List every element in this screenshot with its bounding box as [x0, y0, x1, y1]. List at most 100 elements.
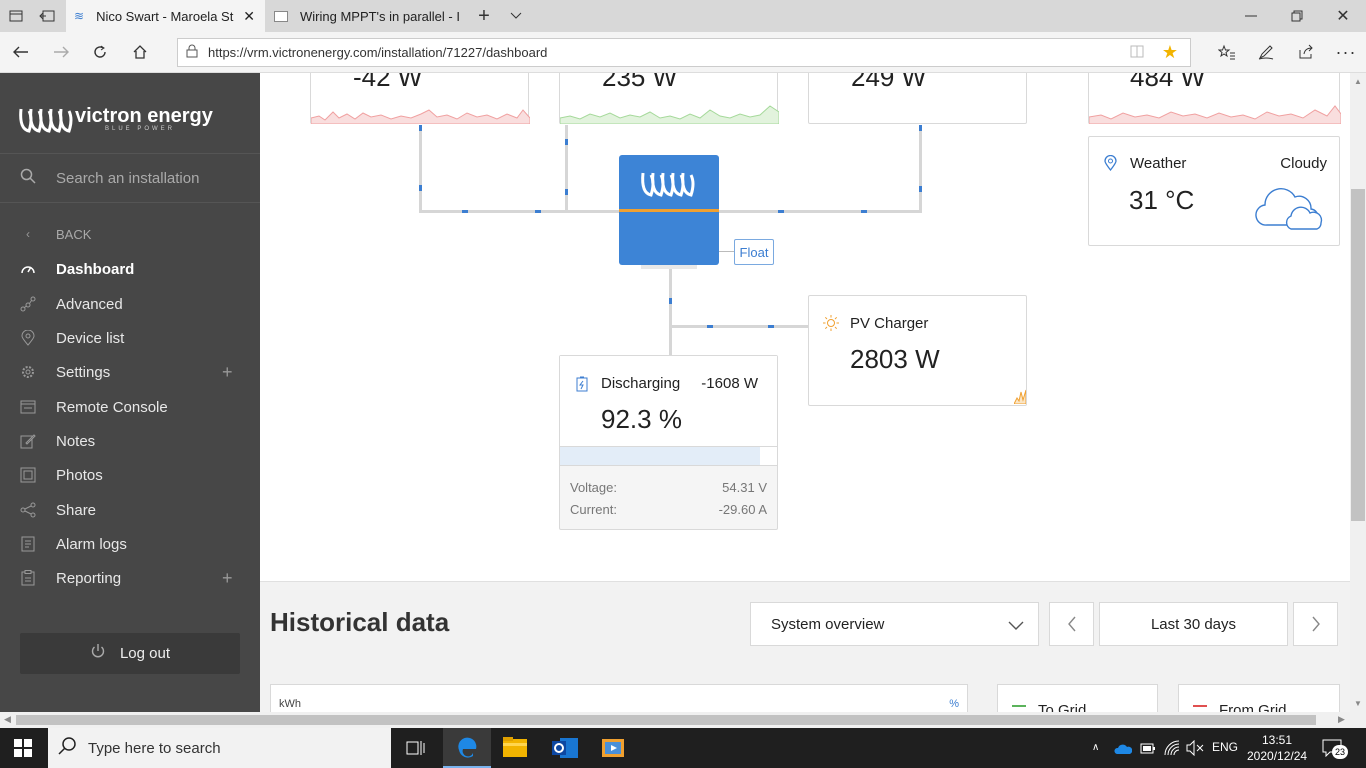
- onedrive-icon[interactable]: [1114, 742, 1133, 760]
- ac-input-card[interactable]: -42 W: [310, 73, 530, 124]
- taskbar-search-box[interactable]: Type here to search: [48, 728, 391, 768]
- home-icon[interactable]: [129, 42, 151, 62]
- installation-search[interactable]: Search an installation: [0, 153, 260, 203]
- share-icon: [20, 502, 36, 518]
- scroll-left-icon[interactable]: ◀: [4, 714, 11, 725]
- sidebar-item-notes[interactable]: Notes: [0, 424, 260, 458]
- new-tab-icon[interactable]: +: [474, 5, 494, 27]
- close-tab-icon[interactable]: ✕: [243, 8, 255, 25]
- weather-card[interactable]: Weather Cloudy 31 °C: [1088, 136, 1340, 246]
- sidebar-item-dashboard[interactable]: Dashboard: [0, 252, 260, 286]
- sidebar-item-remote-console[interactable]: Remote Console: [0, 390, 260, 424]
- scroll-right-icon[interactable]: ▶: [1338, 714, 1345, 725]
- battery-soc: 92.3 %: [601, 404, 682, 434]
- reading-view-icon[interactable]: [1130, 44, 1144, 61]
- chevron-left-icon: [1067, 616, 1076, 632]
- location-pin-icon: [1104, 154, 1117, 176]
- battery-tray-icon[interactable]: [1140, 741, 1156, 760]
- logout-button[interactable]: Log out: [20, 633, 240, 674]
- back-arrow-icon[interactable]: [10, 42, 32, 62]
- outlook-icon[interactable]: [552, 736, 578, 765]
- sidebar-item-device-list[interactable]: Device list: [0, 321, 260, 355]
- horizontal-scrollbar[interactable]: ◀ ▶: [0, 712, 1366, 728]
- refresh-icon[interactable]: [89, 42, 111, 62]
- monitor-icon: [20, 399, 36, 415]
- tab-list-chevron-icon[interactable]: [506, 6, 526, 26]
- scroll-up-icon[interactable]: ▲: [1354, 77, 1362, 86]
- scroll-down-icon[interactable]: ▼: [1354, 699, 1362, 708]
- wifi-icon[interactable]: [1164, 740, 1180, 761]
- flow-dot: [768, 325, 774, 328]
- period-range[interactable]: Last 30 days: [1099, 602, 1288, 646]
- flow-dot: [669, 298, 672, 304]
- ac-input-value: -42 W: [353, 73, 423, 92]
- pv-sparkline: [1014, 389, 1026, 404]
- url-field[interactable]: https://vrm.victronenergy.com/installati…: [177, 38, 1191, 67]
- file-explorer-icon[interactable]: [503, 737, 527, 762]
- graph-icon: [20, 296, 36, 312]
- task-view-icon[interactable]: [406, 738, 426, 763]
- sidebar-item-photos[interactable]: Photos: [0, 458, 260, 492]
- photo-icon: [20, 467, 36, 483]
- search-placeholder: Search an installation: [56, 169, 200, 187]
- from-grid-card[interactable]: From Grid: [1178, 684, 1340, 712]
- flow-dot: [919, 125, 922, 131]
- action-center-icon[interactable]: 23: [1322, 739, 1348, 762]
- windows-taskbar: Type here to search ∧ ENG 13:51 2020/12/…: [0, 728, 1366, 768]
- vertical-scrollbar[interactable]: ▲ ▼: [1350, 73, 1366, 712]
- media-app-icon[interactable]: [602, 737, 624, 764]
- settings-expand-plus-icon[interactable]: +: [222, 362, 233, 383]
- flow-dot: [707, 325, 713, 328]
- soc-bar-track: [560, 446, 777, 466]
- tab-wiring-mppt[interactable]: Wiring MPPT's in parallel - I: [266, 0, 466, 32]
- ac-loads-card[interactable]: 235 W: [559, 73, 779, 124]
- to-grid-card[interactable]: To Grid: [997, 684, 1158, 712]
- forward-arrow-icon[interactable]: [50, 42, 72, 62]
- share-page-icon[interactable]: [1295, 42, 1317, 62]
- pv-charger-card[interactable]: PV Charger 2803 W: [808, 295, 1027, 406]
- horizontal-scroll-thumb[interactable]: [16, 715, 1316, 725]
- reporting-expand-plus-icon[interactable]: +: [222, 568, 233, 589]
- victron-tab-icon: ≋: [74, 9, 85, 23]
- more-menu-icon[interactable]: ···: [1335, 42, 1357, 62]
- battery-card[interactable]: Discharging -1608 W 92.3 % Voltage: 54.3…: [559, 355, 778, 530]
- edge-taskbar-icon[interactable]: [443, 728, 491, 768]
- sidebar-item-reporting[interactable]: Reporting +: [0, 561, 260, 595]
- flow-dot: [419, 185, 422, 191]
- flow-dot: [462, 210, 468, 213]
- windows-start-icon[interactable]: [14, 739, 32, 762]
- sidebar-item-settings[interactable]: Settings +: [0, 355, 260, 389]
- search-icon: [20, 168, 36, 189]
- historical-view-select[interactable]: System overview: [750, 602, 1039, 646]
- clock[interactable]: 13:51 2020/12/24: [1247, 732, 1307, 764]
- favorites-list-icon[interactable]: [1216, 42, 1238, 62]
- favorite-star-icon[interactable]: ★: [1162, 42, 1178, 63]
- critical-loads-card[interactable]: 484 W: [1088, 73, 1341, 124]
- weather-temp: 31 °C: [1129, 185, 1195, 215]
- next-period-button[interactable]: [1293, 602, 1338, 646]
- inverter-charger[interactable]: [619, 155, 719, 265]
- show-hidden-icons-chevron-icon[interactable]: ∧: [1092, 742, 1099, 753]
- sidebar-item-alarm-logs[interactable]: Alarm logs: [0, 527, 260, 561]
- sidebar-item-advanced[interactable]: Advanced: [0, 287, 260, 321]
- victron-logo[interactable]: victron energy BLUE POWER: [17, 101, 213, 137]
- restore-icon[interactable]: [1282, 4, 1312, 28]
- back-link[interactable]: ‹ BACK: [0, 217, 260, 251]
- set-aside-tabs-icon[interactable]: [36, 6, 58, 26]
- ac-input-sparkline: [311, 109, 530, 124]
- prev-period-button[interactable]: [1049, 602, 1094, 646]
- voltage-label: Voltage:: [570, 480, 617, 495]
- sidebar-item-share[interactable]: Share: [0, 493, 260, 527]
- search-icon: [58, 736, 76, 760]
- dc-system-card[interactable]: 249 W: [808, 73, 1027, 124]
- pen-icon[interactable]: [1255, 42, 1277, 62]
- language-indicator[interactable]: ENG: [1212, 740, 1238, 754]
- vertical-scroll-thumb[interactable]: [1351, 189, 1365, 521]
- close-window-icon[interactable]: ✕: [1328, 4, 1358, 28]
- tab-actions-icon[interactable]: [6, 6, 26, 26]
- voltage-value: 54.31 V: [722, 480, 767, 495]
- volume-muted-icon[interactable]: [1186, 739, 1204, 761]
- minimize-icon[interactable]: [1236, 4, 1266, 28]
- tab-nico-swart[interactable]: ≋ Nico Swart - Maroela St ✕: [66, 0, 265, 32]
- gear-icon: [20, 364, 36, 380]
